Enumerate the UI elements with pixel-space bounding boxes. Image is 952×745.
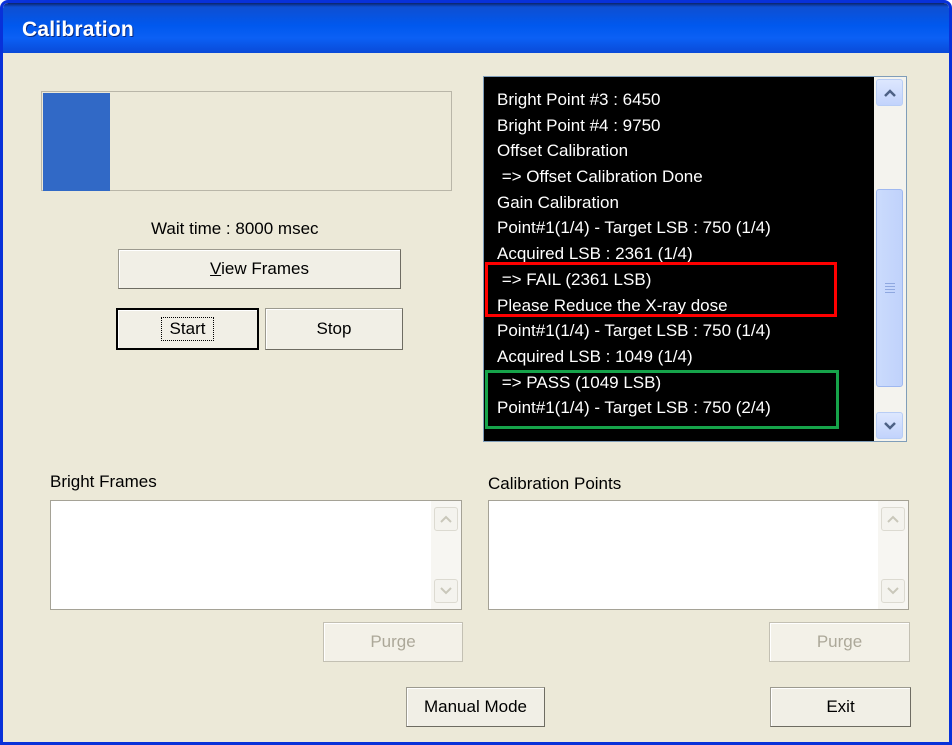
purge-right-label: Purge bbox=[816, 632, 863, 651]
bright-frames-scroll-down[interactable] bbox=[434, 579, 458, 603]
log-line: Point#1(1/4) - Target LSB : 750 (1/4) bbox=[497, 321, 771, 341]
purge-bright-frames-button[interactable]: Purge bbox=[323, 622, 463, 662]
chevron-down-icon bbox=[887, 587, 899, 595]
log-line: Bright Point #3 : 6450 bbox=[497, 90, 661, 109]
fail-highlight-box bbox=[485, 262, 837, 317]
calibration-points-scroll-up[interactable] bbox=[881, 507, 905, 531]
stop-button[interactable]: Stop bbox=[265, 308, 403, 350]
progress-fill bbox=[43, 93, 110, 191]
log-line: Acquired LSB : 1049 (1/4) bbox=[497, 346, 693, 366]
title-bar[interactable]: Calibration bbox=[3, 3, 949, 53]
purge-calibration-points-button[interactable]: Purge bbox=[769, 622, 910, 662]
exit-label: Exit bbox=[826, 697, 855, 716]
wait-time-label: Wait time : 8000 msec bbox=[151, 219, 319, 238]
chevron-up-icon bbox=[883, 88, 896, 97]
calibration-points-label: Calibration Points bbox=[488, 474, 622, 493]
log-line: Gain Calibration bbox=[497, 192, 619, 212]
view-frames-button[interactable]: View Frames bbox=[118, 249, 401, 289]
progress-bar bbox=[41, 91, 452, 191]
bright-frames-scroll-up[interactable] bbox=[434, 507, 458, 531]
log-line: Bright Point #4 : 9750 bbox=[497, 115, 661, 135]
start-button[interactable]: Start bbox=[116, 308, 259, 350]
pass-highlight-box bbox=[485, 370, 839, 429]
calibration-points-scrollbar[interactable] bbox=[878, 501, 908, 609]
exit-button[interactable]: Exit bbox=[770, 687, 911, 727]
window-title: Calibration bbox=[22, 18, 134, 41]
log-line: Offset Calibration bbox=[497, 141, 629, 161]
view-frames-accelerator: V bbox=[210, 259, 222, 278]
bright-frames-list[interactable] bbox=[50, 500, 462, 610]
chevron-up-icon bbox=[440, 515, 452, 523]
stop-label: Stop bbox=[316, 319, 352, 338]
dialog-body: Wait time : 8000 msec View Frames Start … bbox=[3, 53, 949, 742]
calibration-window: Calibration Wait time : 8000 msec View F… bbox=[0, 0, 952, 745]
start-label: Start bbox=[160, 317, 215, 341]
chevron-down-icon bbox=[440, 587, 452, 595]
scroll-down-button[interactable] bbox=[876, 412, 903, 439]
calibration-points-list[interactable] bbox=[488, 500, 909, 610]
scroll-thumb[interactable] bbox=[876, 189, 903, 387]
log-scrollbar[interactable] bbox=[874, 77, 906, 441]
bright-frames-scrollbar[interactable] bbox=[431, 501, 461, 609]
chevron-up-icon bbox=[887, 515, 899, 523]
bright-frames-label: Bright Frames bbox=[50, 472, 157, 491]
purge-left-label: Purge bbox=[370, 632, 416, 651]
scroll-up-button[interactable] bbox=[876, 79, 903, 106]
log-line: Point#1(1/4) - Target LSB : 750 (1/4) bbox=[497, 218, 771, 238]
log-line: => Offset Calibration Done bbox=[497, 167, 703, 187]
view-frames-label-rest: iew Frames bbox=[221, 259, 309, 278]
view-frames-label: View Frames bbox=[210, 259, 309, 279]
chevron-down-icon bbox=[883, 421, 896, 430]
manual-mode-label: Manual Mode bbox=[423, 697, 527, 716]
manual-mode-button[interactable]: Manual Mode bbox=[406, 687, 545, 727]
calibration-points-scroll-down[interactable] bbox=[881, 579, 905, 603]
